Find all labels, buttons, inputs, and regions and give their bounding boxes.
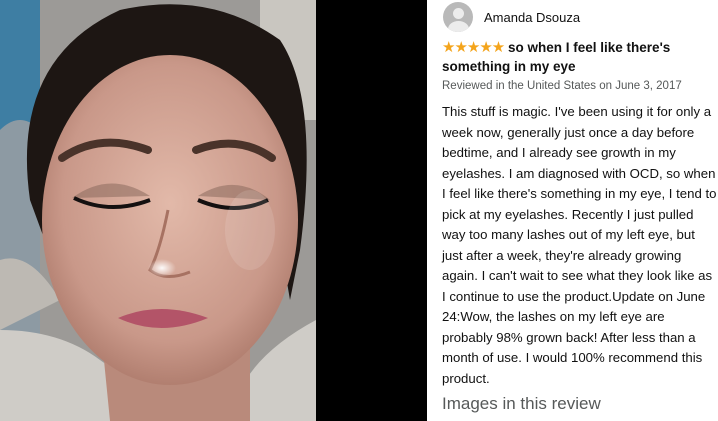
star-rating-icon[interactable]: ★★★★★ xyxy=(442,38,505,57)
review-photo-panel xyxy=(0,0,316,421)
review-title-row: ★★★★★ so when I feel like there's someth… xyxy=(442,38,714,76)
images-in-review-heading: Images in this review xyxy=(442,394,601,413)
reviewer-name[interactable]: Amanda Dsouza xyxy=(484,10,580,25)
reviewer-profile[interactable]: Amanda Dsouza xyxy=(443,2,580,32)
review-photo xyxy=(0,0,316,421)
review-panel: Amanda Dsouza ★★★★★ so when I feel like … xyxy=(427,0,718,421)
review-body: This stuff is magic. I've been using it … xyxy=(442,104,717,386)
review-date: Reviewed in the United States on June 3,… xyxy=(442,80,682,92)
default-user-avatar-icon xyxy=(443,2,473,32)
